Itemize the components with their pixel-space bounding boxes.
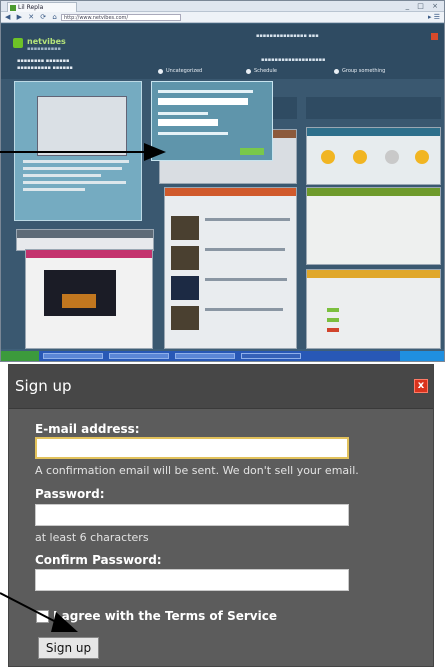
widget-header	[165, 188, 296, 196]
mini-input[interactable]	[158, 98, 248, 105]
widget-header	[307, 270, 440, 278]
header-account-links[interactable]: ▪▪▪▪▪▪▪▪▪▪▪▪▪▪▪ ▪▪▪	[256, 33, 319, 39]
site-logo-text: netvibes	[27, 37, 66, 46]
site-tab-label: Schedule	[254, 68, 277, 74]
preview-screenshot	[37, 96, 127, 156]
mini-label	[158, 112, 208, 115]
address-bar[interactable]: http://www.netvibes.com/	[61, 14, 181, 21]
password-field[interactable]	[35, 504, 349, 526]
browser-tab-title: Lil Repla	[18, 4, 44, 11]
widget-header	[307, 188, 440, 196]
dialog-header: Sign up x	[9, 365, 433, 409]
preview-text	[23, 160, 135, 208]
mini-label	[158, 132, 228, 135]
header-search[interactable]: ▪▪▪▪▪▪▪▪▪▪▪▪▪▪▪▪▪▪▪	[261, 57, 325, 63]
confirm-password-label: Confirm Password:	[35, 553, 162, 567]
list-widget	[306, 187, 441, 265]
tag-chip	[327, 308, 339, 312]
photo-highlight	[62, 294, 96, 308]
start-button[interactable]	[1, 351, 39, 361]
text-line	[205, 218, 290, 221]
taskbar-item[interactable]	[241, 353, 301, 359]
browser-tab[interactable]: Lil Repla	[7, 2, 77, 12]
widget-header	[26, 250, 152, 258]
article-thumbnail[interactable]	[171, 276, 199, 300]
mini-label	[158, 90, 253, 93]
favicon-icon	[10, 5, 16, 11]
taskbar-item[interactable]	[43, 353, 103, 359]
tag-chip	[327, 328, 339, 332]
terms-checkbox[interactable]	[36, 610, 49, 623]
window-controls[interactable]: _ □ ×	[406, 2, 441, 10]
widget-panel	[164, 187, 297, 349]
mini-signup-button[interactable]	[240, 148, 264, 155]
confirm-password-field[interactable]	[35, 569, 349, 591]
site-tab-3[interactable]: Group something	[332, 65, 385, 77]
email-field[interactable]	[35, 437, 349, 459]
site-tab-2[interactable]: Schedule	[244, 65, 277, 77]
os-taskbar	[1, 351, 444, 361]
taskbar-item[interactable]	[175, 353, 235, 359]
browser-nav-bar: ◀ ▶ ✕ ⟳ ⌂ http://www.netvibes.com/ ▸ ☰	[1, 12, 444, 23]
browser-title-bar: Lil Repla _ □ ×	[1, 1, 444, 12]
system-tray	[400, 351, 444, 361]
site-tab-1[interactable]: Uncategorized	[156, 65, 202, 77]
site-header: netvibes ▪▪▪▪▪▪▪▪▪▪ ▪▪▪▪▪▪▪▪ ▪▪▪▪▪▪▪ ▪▪▪▪…	[1, 24, 444, 79]
text-line	[205, 308, 283, 311]
widget-panel	[16, 229, 154, 251]
email-label: E-mail address:	[35, 422, 140, 436]
weather-sun-icon	[353, 150, 367, 164]
site-tagline: ▪▪▪▪▪▪▪▪▪▪	[27, 46, 61, 52]
browser-window: Lil Repla _ □ × ◀ ▶ ✕ ⟳ ⌂ http://www.net…	[0, 0, 445, 362]
header-blurb: ▪▪▪▪▪▪▪▪ ▪▪▪▪▪▪▪ ▪▪▪▪▪▪▪▪▪▪ ▪▪▪▪▪▪	[17, 58, 73, 71]
password-label: Password:	[35, 487, 105, 501]
signup-button[interactable]: Sign up	[38, 637, 99, 659]
email-hint: A confirmation email will be sent. We do…	[35, 464, 359, 477]
text-line	[205, 278, 287, 281]
weather-sun-icon	[415, 150, 429, 164]
list-widget	[306, 269, 441, 349]
screenshot-composite: Lil Repla _ □ × ◀ ▶ ✕ ⟳ ⌂ http://www.net…	[0, 0, 445, 671]
site-tab-label: Group something	[342, 68, 386, 74]
article-thumbnail[interactable]	[171, 306, 199, 330]
article-thumbnail[interactable]	[171, 246, 199, 270]
signup-preview-panel	[14, 81, 142, 221]
weather-sun-icon	[321, 150, 335, 164]
text-line	[205, 248, 285, 251]
browser-menu-icon[interactable]: ▸ ☰	[428, 12, 440, 23]
signup-mini-form	[151, 81, 273, 161]
close-icon[interactable]: x	[414, 379, 428, 393]
site-logo-icon[interactable]	[13, 38, 23, 48]
tab-dot-icon	[246, 69, 251, 74]
weather-cloud-icon	[385, 150, 399, 164]
widget-header	[307, 128, 440, 136]
content-bar	[306, 97, 441, 119]
image-widget	[25, 249, 153, 349]
weather-widget	[306, 127, 441, 185]
nav-buttons-icon[interactable]: ◀ ▶ ✕ ⟳ ⌂	[5, 12, 59, 23]
tab-dot-icon	[334, 69, 339, 74]
article-thumbnail[interactable]	[171, 216, 199, 240]
photo-thumbnail[interactable]	[44, 270, 116, 316]
taskbar-items	[43, 353, 333, 359]
terms-label[interactable]: I agree with the Terms of Service	[53, 609, 277, 623]
site-tabs: Uncategorized Schedule Group something	[156, 65, 441, 77]
widget-header	[17, 230, 153, 238]
tag-chip	[327, 318, 339, 322]
tab-dot-icon	[158, 69, 163, 74]
dialog-title: Sign up	[15, 377, 72, 395]
password-hint: at least 6 characters	[35, 531, 149, 544]
mini-input[interactable]	[158, 119, 218, 126]
taskbar-item[interactable]	[109, 353, 169, 359]
signup-dialog: Sign up x E-mail address: A confirmation…	[8, 364, 434, 667]
site-tab-label: Uncategorized	[166, 68, 203, 74]
site-close-icon[interactable]	[431, 33, 438, 40]
